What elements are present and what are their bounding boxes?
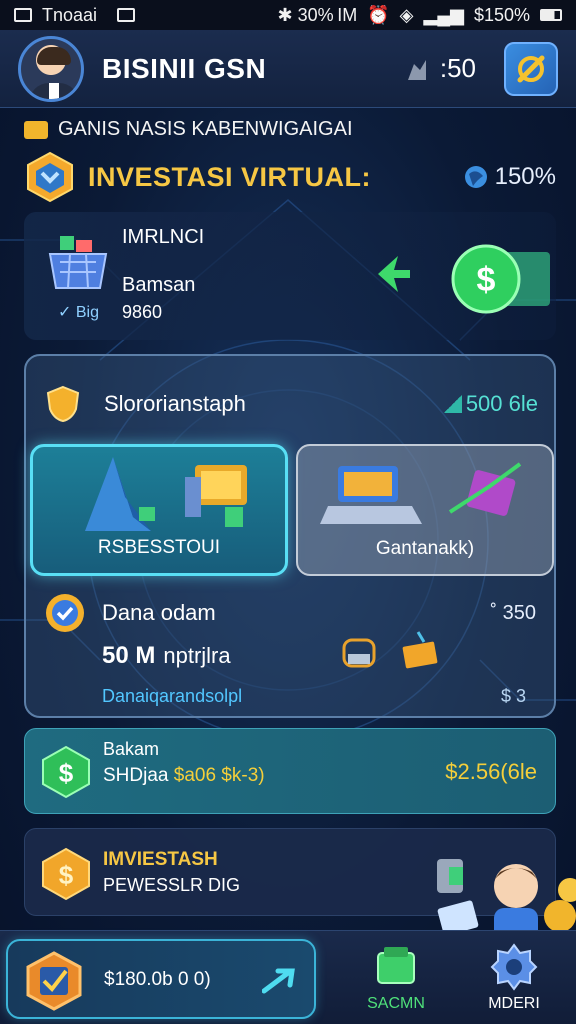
portfolio-panel: Slororianstaph 500 6le RSBESSTOUI Gantan… — [24, 354, 556, 718]
main-value-row: 50 M nptrjlra — [102, 642, 231, 670]
investment-card[interactable]: IMRLNCI Bamsan ✓ Big 9860 $ — [24, 212, 556, 340]
nav-button-1-label: SACMN — [367, 995, 425, 1012]
arrow-right-icon — [262, 968, 295, 994]
stack-icon — [377, 947, 415, 984]
investment-tags: ✓ Big — [58, 304, 99, 321]
dollar-icon: $ — [42, 745, 90, 799]
dana-label: Dana odam — [102, 600, 216, 625]
account-line2-highlight: $a06 $k-3) — [173, 765, 265, 786]
gallery-icon — [117, 8, 136, 22]
account-line2: SHDjaa $a06 $k-3) — [103, 765, 265, 787]
portfolio-header-label: Slororianstaph — [104, 391, 246, 416]
footer-value: $ 3 — [500, 686, 526, 706]
basket-icon — [48, 236, 108, 289]
chart-mini-icon — [443, 395, 462, 413]
option-2-label: Gantanakk) — [375, 538, 475, 559]
account-card[interactable]: $ Bakam SHDjaa $a06 $k-3) $2.56(6le — [24, 728, 556, 814]
status-left-text: Tnoaai — [42, 4, 98, 25]
folder-icon — [24, 120, 48, 139]
percent-value: 150% — [494, 163, 556, 190]
checkbox-icon — [26, 951, 82, 1011]
tools-button[interactable] — [504, 41, 558, 96]
bottom-nav: $180.0b 0 0) SACMN MDERI — [0, 930, 576, 1024]
avatar[interactable] — [18, 35, 84, 102]
svg-text:$: $ — [59, 860, 74, 890]
stat-value: :50 — [439, 53, 476, 83]
emblem-icon — [27, 151, 73, 203]
investment-label-top: IMRLNCI — [122, 226, 205, 248]
alarm-icon: ⏰ — [367, 4, 390, 25]
battery-text: $150% — [473, 4, 530, 25]
app-header: BISINII GSN :50 — [0, 30, 576, 108]
account-line1: Bakam — [103, 739, 160, 759]
subtitle-text: GANIS NASIS KABENWIGAIGAI — [58, 118, 353, 140]
investment-label-middle: Bamsan — [122, 274, 196, 296]
signal-icon: ▂▄▆ — [423, 4, 464, 25]
tools-icon — [517, 55, 545, 82]
account-amount: $2.56(6le — [445, 759, 537, 784]
nav-button-2-label: MDERI — [488, 995, 540, 1012]
trade-tools-icon — [342, 631, 438, 669]
portfolio-header: Slororianstaph 500 6le — [46, 382, 538, 426]
tower-icon — [85, 457, 247, 531]
portfolio-header-value: 500 6le — [443, 391, 538, 417]
globe-icon — [464, 166, 487, 188]
nav-button-sacmn[interactable]: SACMN — [356, 943, 436, 1019]
wifi-icon: ◈ — [399, 4, 414, 25]
svg-text:$: $ — [477, 261, 496, 299]
user-name: BISINII GSN — [102, 52, 267, 84]
user-stat: :50 — [404, 53, 476, 84]
invest-line2: PEWESSLR DIG — [103, 875, 241, 895]
main-value: 50 M — [102, 642, 156, 669]
invest-line1: IMVIESTASH — [103, 849, 218, 870]
investment-label-bottom: 9860 — [122, 302, 163, 322]
option-card-2[interactable]: Gantanakk) — [296, 444, 554, 576]
portfolio-header-value-text: 500 6le — [465, 391, 538, 416]
battery-icon — [540, 9, 562, 21]
nav-main-button[interactable]: $180.0b 0 0) — [6, 939, 316, 1019]
shield-icon — [46, 385, 80, 423]
gear-icon — [490, 943, 538, 991]
percent-badge: 150% — [463, 163, 556, 191]
status-bar: Tnoaai ✱ 30% IM ⏰ ◈ ▂▄▆ $150% — [0, 0, 576, 30]
dana-value: ˚ 350 — [490, 601, 536, 624]
option-1-label: RSBESSTOUI — [97, 537, 221, 558]
nav-button-mderi[interactable]: MDERI — [474, 943, 554, 1019]
status-right-text: ✱ 30% IM — [277, 4, 358, 25]
image-icon — [14, 8, 32, 22]
laptop-chart-icon — [320, 462, 522, 524]
main-suffix: nptrjlra — [163, 643, 231, 668]
account-line2-prefix: SHDjaa — [103, 765, 169, 786]
coin-icon: $ — [42, 847, 90, 901]
dana-row[interactable]: Dana odam ˚ 350 — [44, 590, 536, 636]
arrow-icon[interactable] — [368, 252, 412, 296]
dollar-coin-icon: $ — [451, 244, 550, 314]
nav-main-label: $180.0b 0 0) — [104, 969, 211, 990]
page-title: INVESTASI VIRTUAL: — [88, 161, 372, 192]
footer-label: Danaiqarandsolpl — [102, 686, 243, 706]
option-card-1[interactable]: RSBESSTOUI — [30, 444, 288, 576]
footer-row: Danaiqarandsolpl $ 3 — [102, 686, 526, 707]
check-badge-icon — [46, 594, 84, 632]
title-row: INVESTASI VIRTUAL: 150% — [24, 150, 556, 204]
svg-text:$: $ — [59, 758, 74, 788]
subtitle-row: GANIS NASIS KABENWIGAIGAI — [24, 118, 353, 141]
user-stat-icon — [407, 59, 426, 80]
